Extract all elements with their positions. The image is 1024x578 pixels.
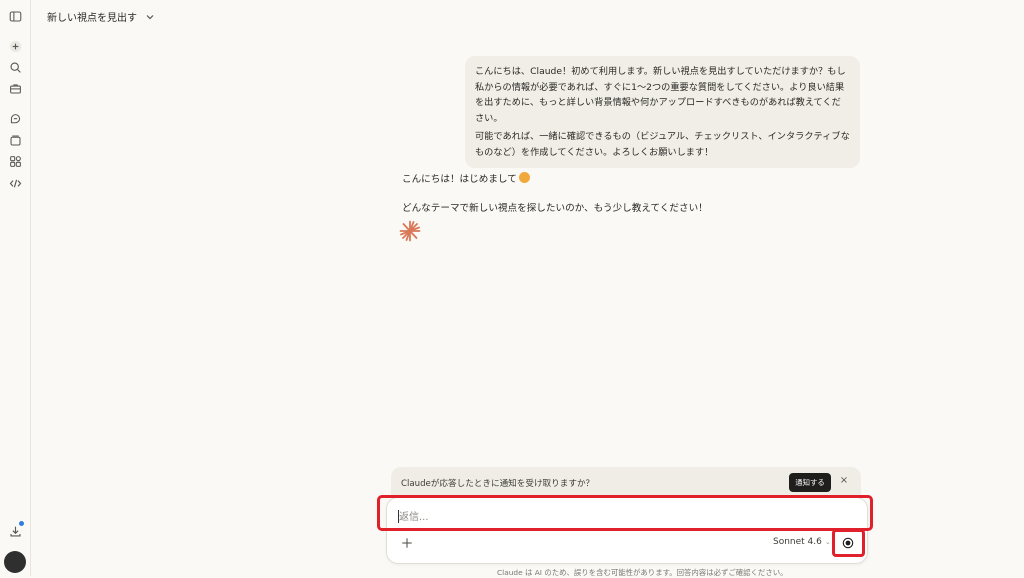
input-highlight-box xyxy=(377,495,873,531)
sidebar xyxy=(0,0,31,576)
chat-title-menu[interactable]: 新しい視点を見出す xyxy=(47,9,155,24)
assistant-message-line: こんにちは！はじめまして xyxy=(402,172,708,188)
chats-icon[interactable] xyxy=(7,111,23,127)
update-indicator xyxy=(19,521,24,526)
sidebar-toggle-icon[interactable] xyxy=(7,8,23,24)
notification-text: Claudeが応答したときに通知を受け取りますか？ xyxy=(401,479,595,489)
assistant-message-line: どんなテーマで新しい視点を探したいのか、もう少し教えてください！ xyxy=(402,203,708,214)
plus-icon xyxy=(402,538,412,548)
code-icon[interactable] xyxy=(7,175,23,191)
assistant-greeting: こんにちは！はじめまして xyxy=(402,174,517,185)
projects-icon[interactable] xyxy=(7,132,23,148)
avatar[interactable] xyxy=(4,551,26,573)
page-title: 新しい視点を見出す xyxy=(47,13,137,24)
new-chat-icon[interactable] xyxy=(7,38,23,54)
claude-spark-icon xyxy=(399,220,421,242)
enable-notifications-button[interactable]: 通知する xyxy=(789,473,831,492)
user-message: こんにちは、Claude！初めて利用します。新しい視点を見出すしていただけますか… xyxy=(465,56,860,168)
search-icon[interactable] xyxy=(7,59,23,75)
disclaimer-text: Claude は AI のため、誤りを含む可能性があります。回答内容は必ずご確認… xyxy=(497,568,788,577)
model-name: Sonnet 4.6 xyxy=(773,537,822,547)
add-attachment-button[interactable] xyxy=(400,536,414,550)
close-banner-button[interactable]: × xyxy=(838,475,850,489)
chevron-down-icon: ⌄ xyxy=(824,538,831,546)
model-selector[interactable]: Sonnet 4.6 ⌄ xyxy=(773,537,831,547)
toolbox-icon[interactable] xyxy=(7,80,23,96)
voice-highlight-box xyxy=(832,529,865,557)
user-message-paragraph: 可能であれば、一緒に確認できるもの（ビジュアル、チェックリスト、インタラクティブ… xyxy=(475,131,850,158)
smile-emoji-icon xyxy=(518,172,530,183)
artifacts-icon[interactable] xyxy=(7,153,23,169)
chevron-down-icon xyxy=(146,14,154,19)
user-message-paragraph: こんにちは、Claude！初めて利用します。新しい視点を見出すしていただけますか… xyxy=(475,66,846,124)
assistant-message: こんにちは！はじめまして どんなテーマで新しい視点を探したいのか、もう少し教えて… xyxy=(402,172,708,230)
